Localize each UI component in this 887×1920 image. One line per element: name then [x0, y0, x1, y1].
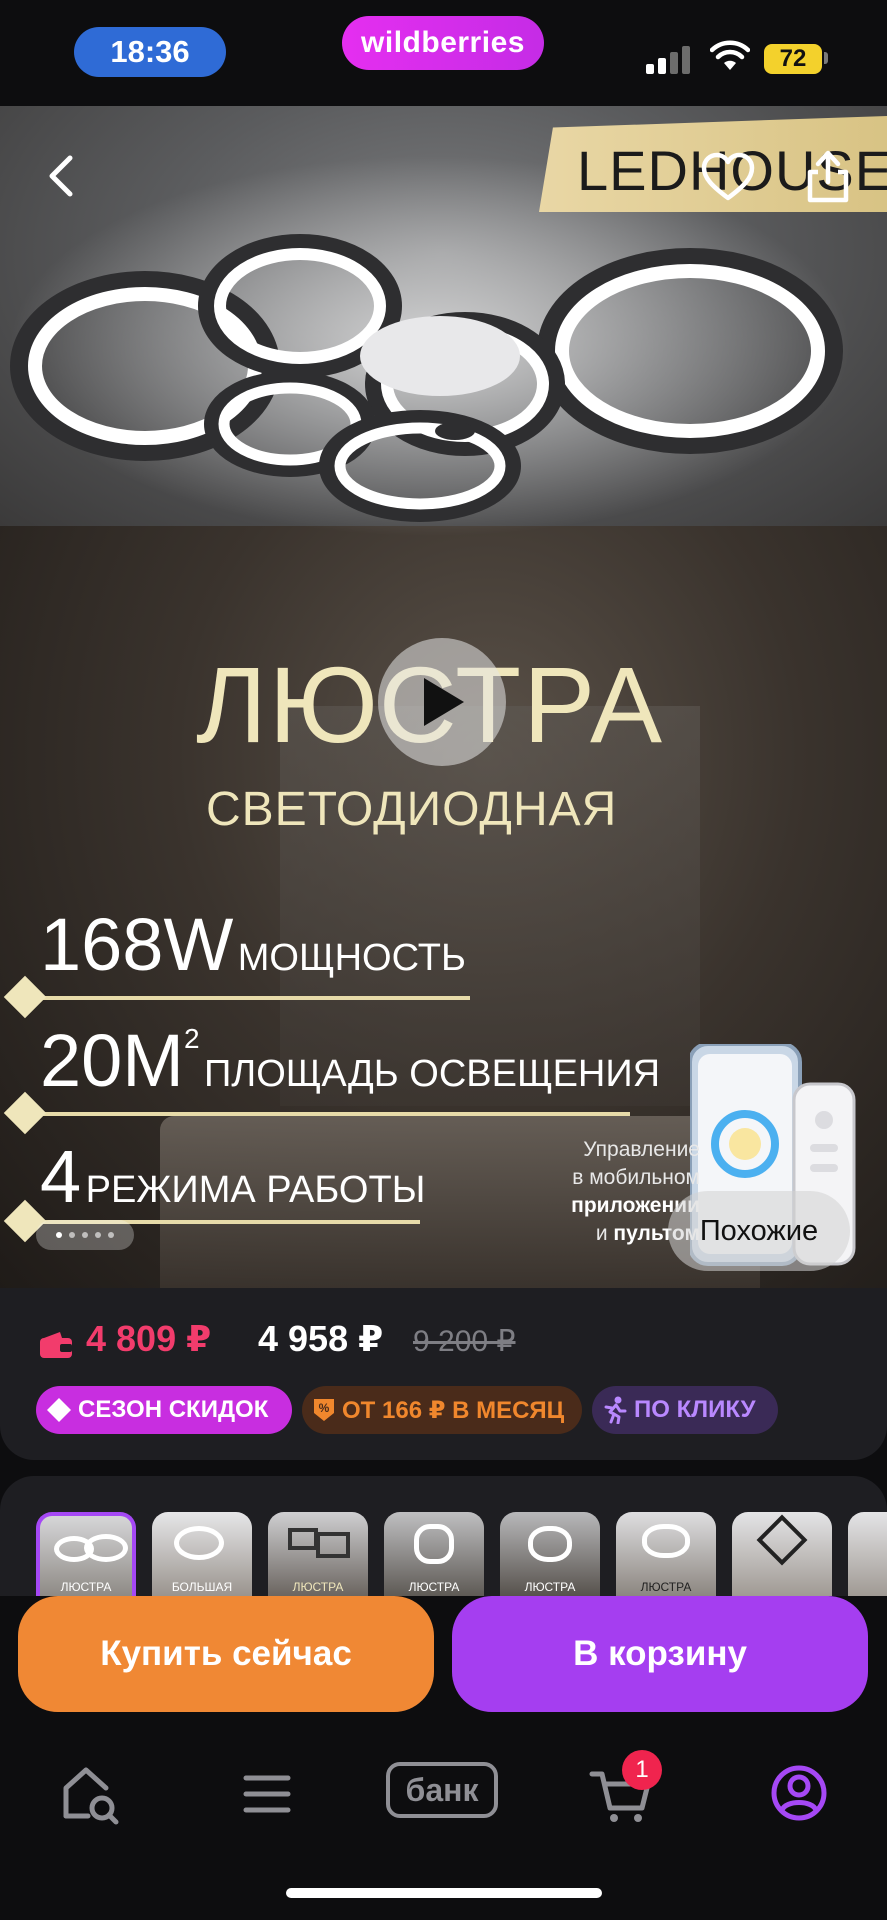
hero-subtitle: СВЕТОДИОДНАЯ [206, 783, 618, 836]
thumbnail-item[interactable]: ЛЮСТРА [500, 1512, 600, 1596]
carousel-indicator [36, 1220, 134, 1250]
spec-area-sup: 2 [183, 1023, 200, 1054]
running-person-icon [604, 1396, 627, 1424]
status-bar: 18:36 wildberries 72 [0, 0, 887, 104]
thumbnail-item[interactable] [848, 1512, 887, 1596]
control-caption-line: Управление [583, 1138, 700, 1161]
back-arrow-icon[interactable] [40, 148, 80, 204]
control-caption-line: в мобильном [572, 1166, 700, 1189]
wallet-price: 4 809 ₽ [86, 1318, 212, 1359]
spec-area-label: ПЛОЩАДЬ ОСВЕЩЕНИЯ [203, 1053, 661, 1095]
cart-count-badge: 1 [622, 1750, 662, 1790]
control-caption-line: и [595, 1222, 614, 1245]
thumbnail-caption: ЛЮСТРА [408, 1580, 460, 1594]
home-indicator[interactable] [286, 1888, 602, 1898]
old-price: 9 200 ₽ [413, 1325, 516, 1358]
status-time: 18:36 [74, 27, 226, 77]
installment-icon: % [314, 1399, 334, 1421]
heart-icon[interactable] [700, 150, 756, 206]
menu-icon[interactable] [232, 1760, 302, 1826]
spec-power: 168W МОЩНОСТЬ [40, 902, 466, 987]
spec-divider [30, 1112, 630, 1116]
add-to-cart-button[interactable]: В корзину [452, 1596, 868, 1712]
thumbnail-item[interactable]: ЛЮСТРА [384, 1512, 484, 1596]
carousel-dot [56, 1232, 62, 1238]
play-icon [424, 678, 464, 726]
thumbnail-item[interactable]: ЛЮСТРА [36, 1512, 136, 1596]
similar-button[interactable]: Похожие [668, 1191, 850, 1271]
spec-area-value: 20М [40, 1019, 184, 1102]
brand-pill[interactable]: wildberries [342, 16, 544, 70]
carousel-dot [108, 1232, 114, 1238]
thumbnail-caption: ЛЮСТРА [524, 1580, 576, 1594]
thumbnail-item[interactable]: ЛЮСТРА [616, 1512, 716, 1596]
badge-one-click[interactable]: ПО КЛИКУ [592, 1386, 778, 1434]
product-gallery[interactable]: LEDHOUSE ЛЮСТРА СВЕТОДИОДНАЯ 168W МОЩНОС… [0, 106, 887, 1290]
spec-area: 20М2 ПЛОЩАДЬ ОСВЕЩЕНИЯ [40, 1018, 660, 1103]
battery-tip [824, 52, 828, 64]
carousel-dot [95, 1232, 101, 1238]
thumbnail-caption: БОЛЬШАЯ [171, 1580, 233, 1594]
carousel-dot [69, 1232, 75, 1238]
spec-divider [30, 996, 470, 1000]
svg-text:%: % [319, 1401, 330, 1415]
thumbnail-caption: ЛЮСТРА [60, 1580, 112, 1594]
thumbnail-item[interactable]: ЛЮСТРА [268, 1512, 368, 1596]
cellular-signal-icon [646, 44, 692, 74]
current-price: 4 958 ₽ [258, 1318, 384, 1359]
wifi-icon [710, 40, 750, 70]
badge-season-sale[interactable]: СЕЗОН СКИДОК [36, 1386, 292, 1434]
thumbnail-item[interactable] [732, 1512, 832, 1596]
wallet-icon [40, 1332, 72, 1358]
spec-power-label: МОЩНОСТЬ [237, 937, 466, 979]
spec-modes: 4 РЕЖИМА РАБОТЫ [40, 1134, 425, 1219]
tag-icon [47, 1398, 71, 1422]
thumbnail-caption: ЛЮСТРА [640, 1580, 692, 1594]
home-search-icon[interactable] [56, 1760, 126, 1826]
buy-now-button[interactable]: Купить сейчас [18, 1596, 434, 1712]
spec-power-value: 168W [40, 903, 234, 986]
thumbnail-caption: ЛЮСТРА [292, 1580, 344, 1594]
badge-installment[interactable]: % ОТ 166 ₽ В МЕСЯЦ [302, 1386, 582, 1434]
spec-modes-value: 4 [40, 1135, 82, 1218]
share-icon[interactable] [800, 146, 856, 206]
badge-one-click-label: ПО КЛИКУ [634, 1396, 756, 1423]
carousel-dot [82, 1232, 88, 1238]
product-page: 18:36 wildberries 72 LEDHOUSE СВЕТОДИОДН… [0, 0, 887, 1920]
profile-icon[interactable] [764, 1760, 834, 1826]
spec-modes-label: РЕЖИМА РАБОТЫ [85, 1169, 426, 1211]
thumbnail-strip[interactable]: ЛЮСТРА БОЛЬШАЯ ЛЮСТРА ЛЮСТРА ЛЮСТРА ЛЮСТ… [0, 1476, 887, 1596]
battery-indicator: 72 [764, 44, 822, 74]
price-card: 4 809 ₽ 4 958 ₽ 9 200 ₽ СЕЗОН СКИДОК % О… [0, 1288, 887, 1460]
badge-season-sale-label: СЕЗОН СКИДОК [78, 1396, 269, 1423]
bank-button[interactable]: банк [386, 1762, 498, 1818]
badge-installment-label: ОТ 166 ₽ В МЕСЯЦ [342, 1396, 565, 1424]
thumbnail-item[interactable]: БОЛЬШАЯ [152, 1512, 252, 1596]
play-video-button[interactable] [378, 638, 506, 766]
